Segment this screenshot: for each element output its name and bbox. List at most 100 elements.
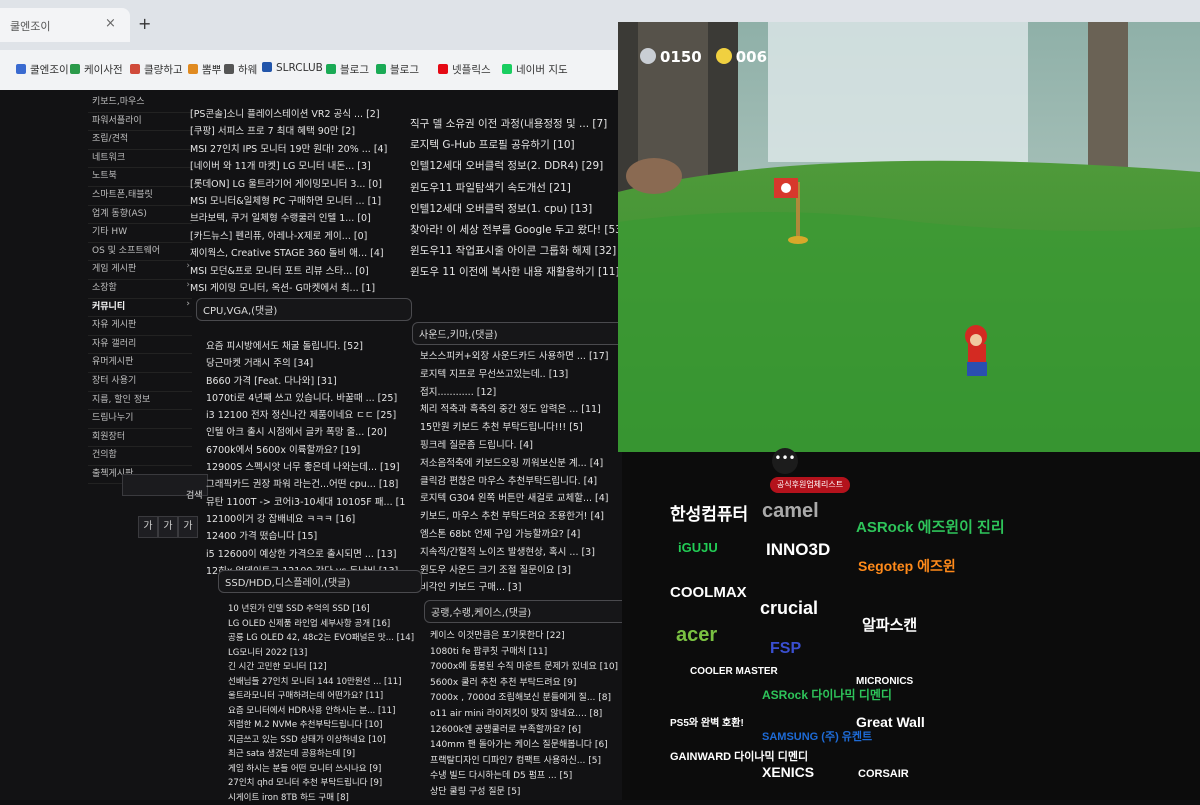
post-link[interactable]: MSI 모던&프로 모니터 포트 리뷰 스타... [0] bbox=[190, 263, 410, 280]
post-link[interactable]: 1080ti fe 팝쿠칫 구매처 [11] bbox=[430, 644, 620, 660]
bookmark-item[interactable]: 케이사전 bbox=[70, 62, 123, 77]
sidebar-item[interactable]: 드림나누기 bbox=[88, 410, 192, 429]
sidebar-item[interactable]: 커뮤니티› bbox=[88, 299, 192, 318]
post-link[interactable]: 수냉 빌드 다시하는데 D5 펌프 ... [5] bbox=[430, 768, 620, 784]
post-link[interactable]: 체리 적축과 흑축의 중간 정도 압력은 ... [11] bbox=[420, 401, 620, 419]
bookmark-item[interactable]: 네이버 지도 bbox=[502, 62, 568, 77]
post-link[interactable]: 보스스피커+외장 사운드카드 사용하면 ... [17] bbox=[420, 348, 620, 366]
sidebar-item[interactable]: 장터 사용기 bbox=[88, 373, 192, 392]
post-link[interactable]: 뮤탄 1100T -> 코어i3-10세대 10105F 패... [18] bbox=[206, 494, 406, 511]
post-link[interactable]: 10 년된가 인텔 SSD 추억의 SSD [16] bbox=[228, 602, 418, 617]
bookmark-item[interactable]: 클량하고 bbox=[130, 62, 183, 77]
post-link[interactable]: 제이웍스, Creative STAGE 360 돌비 애... [4] bbox=[190, 245, 410, 262]
sponsor-logo[interactable]: INNO3D bbox=[766, 540, 830, 560]
video-player[interactable] bbox=[618, 22, 1200, 452]
post-link[interactable]: 윈도우 사운드 크기 조절 질문이요 [3] bbox=[420, 562, 620, 580]
section-header-cpu[interactable]: CPU,VGA,(댓글) bbox=[196, 298, 412, 321]
sidebar-item[interactable]: 파워서플라이 bbox=[88, 113, 192, 132]
sponsor-logo[interactable]: XENICS bbox=[762, 764, 814, 780]
sponsor-logo[interactable]: SAMSUNG (주) 유켄트 bbox=[762, 728, 872, 744]
post-link[interactable]: [네이버 와 11개 마켓] LG 모니터 내돈... [3] bbox=[190, 158, 410, 175]
post-link[interactable]: 7000x에 동봉된 수직 마운트 문제가 있네요 [10] bbox=[430, 659, 620, 675]
sponsor-logo[interactable]: COOLER MASTER bbox=[690, 666, 778, 677]
sponsor-logo[interactable]: ASRock 에즈윈이 진리 bbox=[856, 516, 1005, 537]
post-link[interactable]: 긴 시간 고민한 모니터 [12] bbox=[228, 660, 418, 675]
post-link[interactable]: 시게이트 iron 8TB 하드 구매 [8] bbox=[228, 791, 418, 805]
font-size-button[interactable]: 가 bbox=[138, 516, 158, 538]
post-link[interactable]: 엠스톤 68bt 언제 구입 가능할까요? [4] bbox=[420, 526, 620, 544]
post-link[interactable]: 인텔12세대 오버클럭 정보(2. DDR4) [29] bbox=[410, 158, 620, 179]
post-link[interactable]: 윈도우 11 이전에 복사한 내용 재활용하기 [11] bbox=[410, 264, 620, 285]
sponsor-logo[interactable]: acer bbox=[676, 624, 717, 647]
more-icon[interactable]: ••• bbox=[772, 448, 798, 474]
search-button[interactable]: 검색 bbox=[186, 488, 203, 501]
post-link[interactable]: LG모니터 2022 [13] bbox=[228, 646, 418, 661]
post-link[interactable]: 클릭감 편찮은 마우스 추천부탁드립니다. [4] bbox=[420, 473, 620, 491]
post-link[interactable]: 요즘 모니터에서 HDR사용 안하시는 분... [11] bbox=[228, 704, 418, 719]
post-link[interactable]: 저렴한 M.2 NVMe 추천부탁드립니다 [10] bbox=[228, 718, 418, 733]
sponsor-logo[interactable]: PS5와 완벽 호환! bbox=[670, 714, 744, 729]
font-size-button[interactable]: 가 bbox=[178, 516, 198, 538]
sponsor-logo[interactable]: GAINWARD 다이나믹 디멘디 bbox=[670, 748, 808, 764]
post-link[interactable]: [쿠팡] 서피스 프로 7 최대 혜택 90만 [2] bbox=[190, 123, 410, 140]
post-link[interactable]: 1070ti로 4년째 쓰고 있습니다. 바꿀때 ... [25] bbox=[206, 390, 406, 407]
sponsor-logo[interactable]: CORSAIR bbox=[858, 768, 909, 780]
bookmark-item[interactable]: SLRCLUB bbox=[262, 62, 323, 74]
post-link[interactable]: 찾아라! 이 세상 전부를 Google 두고 왔다! [53] bbox=[410, 222, 620, 243]
post-link[interactable]: 12600k엔 공랭쿨러로 부족할까요? [6] bbox=[430, 722, 620, 738]
sponsor-logo[interactable]: camel bbox=[762, 500, 819, 523]
post-link[interactable]: 지금쓰고 있는 SSD 상태가 이상하네요 [10] bbox=[228, 733, 418, 748]
post-link[interactable]: 12100이거 강 잡배네요 ㅋㅋㅋ [16] bbox=[206, 511, 406, 528]
sidebar-item[interactable]: 키보드,마우스 bbox=[88, 94, 192, 113]
sidebar-item[interactable]: 네트워크 bbox=[88, 150, 192, 169]
sidebar-item[interactable]: 기타 HW bbox=[88, 224, 192, 243]
post-link[interactable]: 상단 쿨링 구성 질문 [5] bbox=[430, 784, 620, 800]
sidebar-item[interactable]: 조립/견적 bbox=[88, 131, 192, 150]
post-link[interactable]: 로지텍 G304 왼쪽 버튼만 새걸로 교체할... [4] bbox=[420, 490, 620, 508]
bookmark-item[interactable]: 하웨 bbox=[224, 62, 257, 77]
sidebar-item[interactable]: 게임 게시판› bbox=[88, 261, 192, 280]
post-link[interactable]: MSI 27인치 IPS 모니터 19만 원대! 20% ... [4] bbox=[190, 141, 410, 158]
post-link[interactable]: 12400 가격 떴습니다 [15] bbox=[206, 528, 406, 545]
post-link[interactable]: 인텔12세대 오버클럭 정보(1. cpu) [13] bbox=[410, 201, 620, 222]
sidebar-item[interactable]: 자유 게시판 bbox=[88, 317, 192, 336]
sidebar-item[interactable]: 지름, 할인 정보 bbox=[88, 392, 192, 411]
post-link[interactable]: 5600x 쿨러 추천 추천 부탁드려요 [9] bbox=[430, 675, 620, 691]
sponsor-logo[interactable]: Segotep 에즈윈 bbox=[858, 556, 956, 576]
post-link[interactable]: 로지텍 지프로 무선쓰고있는데.. [13] bbox=[420, 366, 620, 384]
post-link[interactable]: 브라보텍, 쿠거 일체형 수랭쿨러 인텔 1... [0] bbox=[190, 210, 410, 227]
bookmark-item[interactable]: 블로그 bbox=[376, 62, 419, 77]
post-link[interactable]: 요즘 피시방에서도 채굴 돌립니다. [52] bbox=[206, 338, 406, 355]
sidebar-item[interactable]: 노트북 bbox=[88, 168, 192, 187]
sidebar-item[interactable]: 소장함› bbox=[88, 280, 192, 299]
bookmark-item[interactable]: 뽐뿌 bbox=[188, 62, 221, 77]
post-link[interactable]: o11 air mini 라이저킷이 맞지 않네요.... [8] bbox=[430, 706, 620, 722]
post-link[interactable]: 접지............ [12] bbox=[420, 384, 620, 402]
post-link[interactable]: 로지텍 G-Hub 프로필 공유하기 [10] bbox=[410, 137, 620, 158]
bookmark-item[interactable]: 넷플릭스 bbox=[438, 62, 491, 77]
sidebar-item[interactable]: 스마트폰,태블릿 bbox=[88, 187, 192, 206]
post-link[interactable]: 선배님들 27인치 모니터 144 10만원선 ... [11] bbox=[228, 675, 418, 690]
post-link[interactable]: MSI 게이밍 모니터, 옥션- G마켓에서 최... [1] bbox=[190, 280, 410, 297]
sponsor-logo[interactable]: iGUJU bbox=[678, 540, 718, 555]
new-tab-button[interactable]: + bbox=[138, 14, 151, 33]
browser-tab[interactable]: 쿨엔조이 × bbox=[0, 8, 130, 42]
sidebar-item[interactable]: 건의함 bbox=[88, 447, 192, 466]
post-link[interactable]: 그래픽카드 권장 파워 라는건...어떤 cpu... [18] bbox=[206, 476, 406, 493]
post-link[interactable]: 케이스 이것만큼은 포기못한다 [22] bbox=[430, 628, 620, 644]
sponsor-logo[interactable]: 한성컴퓨터 bbox=[670, 500, 748, 525]
post-link[interactable]: 최근 sata 생겼는데 공용하는데 [9] bbox=[228, 747, 418, 762]
post-link[interactable]: 윈도우11 작업표시줄 아이콘 그룹화 해제 [32] bbox=[410, 243, 620, 264]
sponsor-logo[interactable]: COOLMAX bbox=[670, 584, 747, 601]
post-link[interactable]: 당근마켓 거래시 주의 [34] bbox=[206, 355, 406, 372]
sidebar-item[interactable]: OS 및 소프트웨어 bbox=[88, 243, 192, 262]
post-link[interactable]: 핑크레 질문좀 드립니다. [4] bbox=[420, 437, 620, 455]
post-link[interactable]: 윈도우11 파일탐색기 속도개선 [21] bbox=[410, 180, 620, 201]
close-icon[interactable]: × bbox=[105, 16, 116, 31]
post-link[interactable]: [PS콘솔]소니 플레이스테이션 VR2 공식 ... [2] bbox=[190, 106, 410, 123]
post-link[interactable]: 프랙탈디자인 디파인7 컴팩트 사용하신... [5] bbox=[430, 753, 620, 769]
post-link[interactable]: [카드뉴스] 펜리퓨, 아레나-X제로 게이... [0] bbox=[190, 228, 410, 245]
post-link[interactable]: 울트라모니터 구매하려는데 어떤가요? [11] bbox=[228, 689, 418, 704]
post-link[interactable]: [롯데ON] LG 울트라기어 게이밍모니터 3... [0] bbox=[190, 176, 410, 193]
sidebar-item[interactable]: 회원장터 bbox=[88, 429, 192, 448]
